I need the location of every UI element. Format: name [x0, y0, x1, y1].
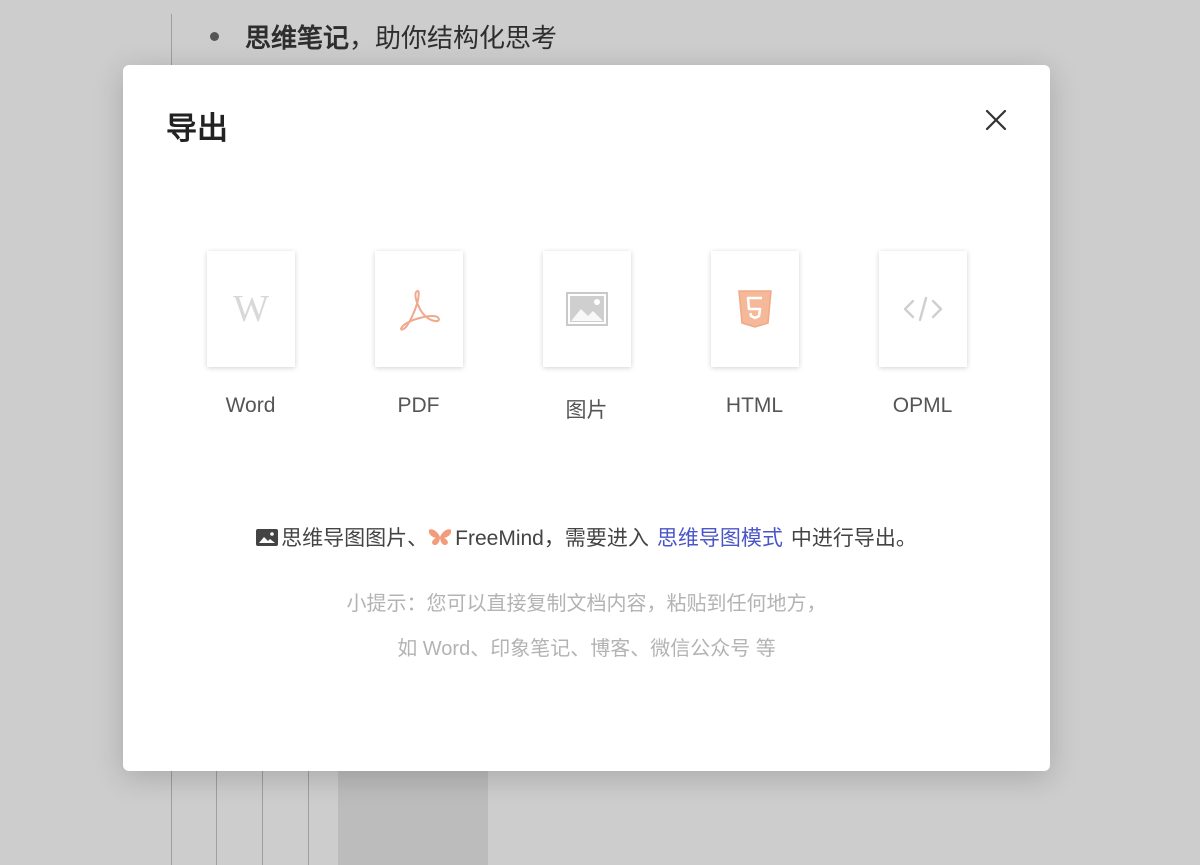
format-card: [878, 251, 967, 367]
format-label: 图片: [565, 399, 608, 422]
format-label: HTML: [725, 394, 784, 417]
background-block: [338, 770, 488, 865]
dialog-title: 导出: [166, 111, 228, 146]
html5-icon: [737, 290, 772, 328]
note-text: 思维导图图片、: [281, 527, 429, 550]
image-icon: [565, 292, 608, 326]
export-format-list: W Word PDF 图片 HTML OPML: [123, 251, 1050, 424]
bullet-item: 思维笔记 ，助你结构化思考: [210, 18, 557, 54]
format-card: W: [206, 251, 295, 367]
export-dialog: 导出 W Word PDF 图片 HTML OPML 思维导图图片、 FreeM…: [123, 65, 1050, 771]
export-html-button[interactable]: HTML: [710, 251, 799, 424]
close-button[interactable]: [981, 105, 1011, 135]
svg-text:W: W: [233, 288, 269, 330]
note-text: 中进行导出。: [790, 527, 917, 550]
export-image-button[interactable]: 图片: [542, 251, 631, 424]
tip-text: 小提示：您可以直接复制文档内容，粘贴到任何地方，: [346, 593, 827, 615]
export-opml-button[interactable]: OPML: [878, 251, 967, 424]
code-icon: [903, 296, 942, 322]
note-text: FreeMind，需要进入: [455, 527, 649, 550]
word-icon: W: [233, 288, 269, 330]
mindmap-export-note: 思维导图图片、 FreeMind，需要进入 思维导图模式 中进行导出。: [123, 522, 1050, 552]
butterfly-icon: [428, 527, 452, 547]
format-label: PDF: [397, 394, 440, 417]
mindmap-mode-link[interactable]: 思维导图模式: [657, 522, 783, 552]
indent-guide: [262, 760, 263, 865]
format-card: [542, 251, 631, 367]
pdf-icon: [399, 290, 440, 331]
format-card: [374, 251, 463, 367]
format-label: OPML: [892, 394, 953, 417]
tip-text: 如 Word、印象笔记、博客、微信公众号 等: [397, 638, 776, 660]
bullet-text: ，助你结构化思考: [349, 22, 558, 53]
indent-guide: [216, 760, 217, 865]
bullet-dot: [210, 31, 219, 41]
export-word-button[interactable]: W Word: [206, 251, 295, 424]
image-icon: [256, 528, 279, 546]
format-label: Word: [225, 394, 276, 417]
bullet-bold-text: 思维笔记: [245, 22, 350, 53]
indent-guide: [308, 760, 309, 865]
close-icon: [985, 109, 1007, 131]
export-pdf-button[interactable]: PDF: [374, 251, 463, 424]
format-card: [710, 251, 799, 367]
